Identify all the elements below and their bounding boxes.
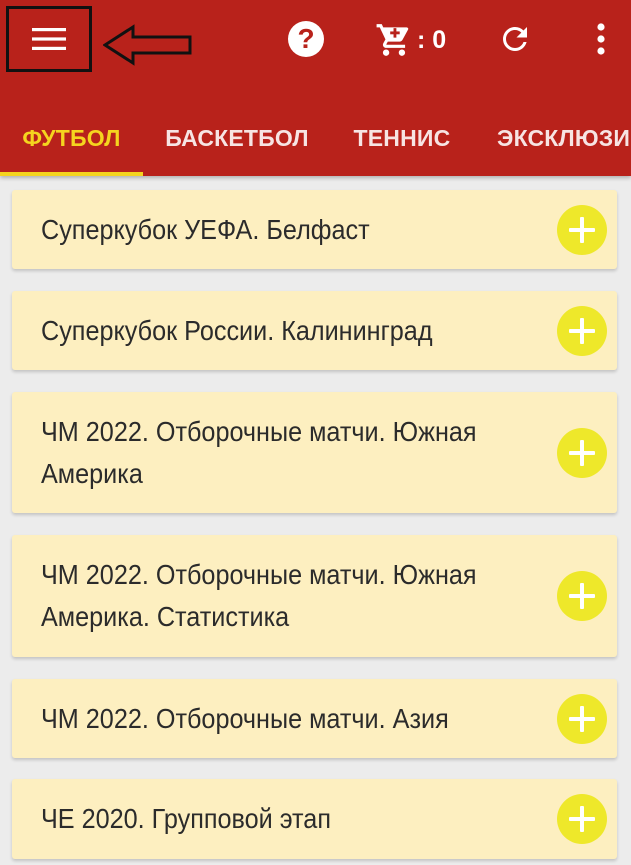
tab-tennis[interactable]: ТЕННИС [331,100,473,176]
add-button[interactable] [557,427,607,478]
help-symbol: ? [297,23,315,54]
tab-exclusive[interactable]: ЭКСКЛЮЗИ [473,100,631,176]
cart-icon [376,24,409,56]
refresh-icon[interactable] [497,21,533,57]
hamburger-menu-icon [32,28,66,50]
add-button[interactable] [557,794,607,844]
left-arrow-icon [103,24,192,66]
event-title: Суперкубок России. Калининград [41,314,433,346]
list-item[interactable]: ЧМ 2022. Отборочные матчи. Азия [12,679,617,758]
cart-count: : 0 [417,25,447,54]
event-title: ЧЕ 2020. Групповой этап [41,803,331,834]
add-button[interactable] [557,204,607,255]
list-item[interactable]: ЧЕ 2020. Групповой этап [12,779,617,859]
event-title: ЧМ 2022. Отборочные матчи. Азия [41,702,449,734]
add-button[interactable] [557,693,607,744]
list-item[interactable]: ЧМ 2022. Отборочные матчи. Южная Америка… [12,535,617,657]
tab-label: БАСКЕТБОЛ [165,124,309,151]
event-title: Суперкубок УЕФА. Белфаст [41,213,370,245]
app-bar: ? : 0 ФУТБОЛ БАСКЕТБОЛ ТЕННИС ЭКСКЛЮЗИ [0,0,631,176]
active-tab-indicator [0,172,143,176]
tab-label: ФУТБОЛ [22,124,121,151]
tab-basketball[interactable]: БАСКЕТБОЛ [143,100,331,176]
question-icon[interactable]: ? [288,21,324,57]
menu-button[interactable] [6,6,92,72]
add-button[interactable] [557,305,607,356]
cart-button[interactable]: : 0 [374,20,446,60]
more-vertical-icon[interactable] [593,21,609,57]
sport-tabs: ФУТБОЛ БАСКЕТБОЛ ТЕННИС ЭКСКЛЮЗИ [0,100,631,176]
add-button[interactable] [557,571,607,621]
list-item[interactable]: ЧМ 2022. Отборочные матчи. Южная Америка [12,392,617,513]
tab-label: ТЕННИС [353,124,451,151]
event-title: ЧМ 2022. Отборочные матчи. Южная Америка [41,415,477,489]
tab-football[interactable]: ФУТБОЛ [0,100,143,176]
list-item[interactable]: Суперкубок России. Калининград [12,291,617,370]
list-item[interactable]: Суперкубок УЕФА. Белфаст [12,190,617,269]
tab-label: ЭКСКЛЮЗИ [497,124,631,151]
event-title: ЧМ 2022. Отборочные матчи. Южная Америка… [41,559,477,632]
